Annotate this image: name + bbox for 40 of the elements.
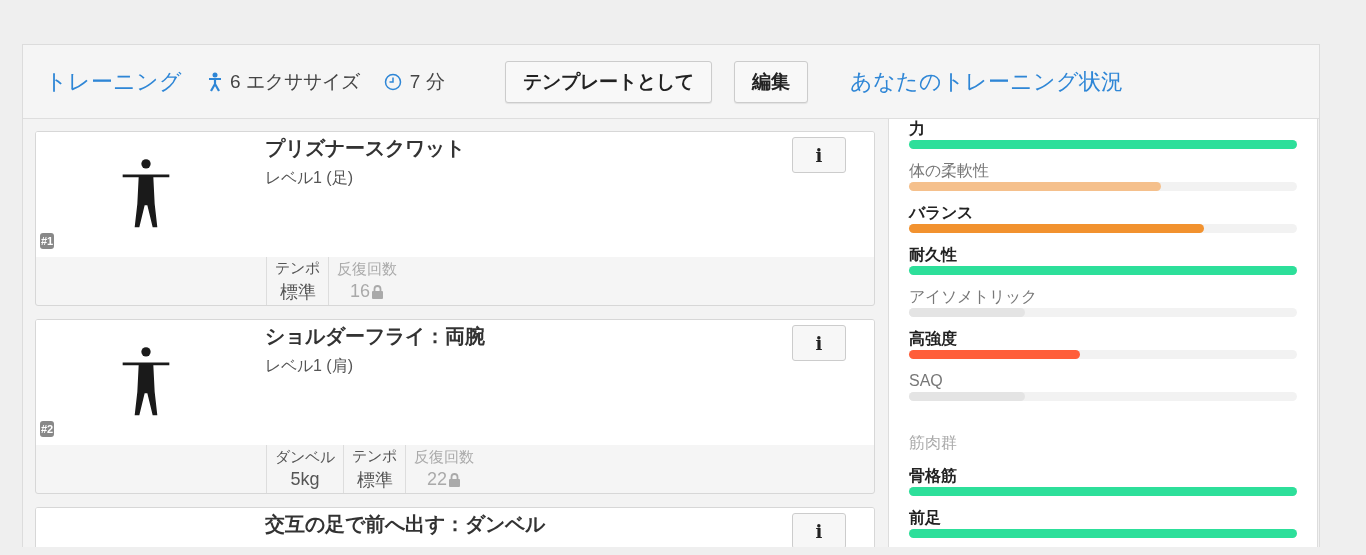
attribute-label: アイソメトリック	[909, 287, 1038, 307]
exercise-name: ショルダーフライ：両腕	[265, 324, 486, 349]
number-badge: #1	[40, 233, 55, 249]
stat-label: テンポ	[352, 446, 397, 466]
person-icon	[208, 71, 222, 92]
training-link[interactable]: トレーニング	[45, 66, 182, 97]
stat-label: 反復回数	[414, 448, 474, 467]
stat-value: 5kg	[290, 469, 320, 490]
attribute-label: 前足	[909, 508, 942, 528]
attribute-label: 体の柔軟性	[909, 161, 990, 181]
stat-value: 標準	[356, 468, 393, 492]
attribute-label: SAQ	[909, 371, 944, 391]
section-heading: 筋肉群	[909, 433, 958, 453]
status-link[interactable]: あなたのトレーニング状況	[849, 66, 1123, 97]
stat-value: 16	[350, 281, 370, 302]
info-button[interactable]: i	[792, 513, 846, 547]
lock-icon	[448, 472, 461, 487]
stat-value: 標準	[279, 280, 316, 304]
edit-button[interactable]: 編集	[733, 60, 808, 103]
template-button[interactable]: テンプレートとして	[504, 60, 712, 103]
exercise-level: レベル1 (肩)	[265, 356, 354, 376]
stat-value: 22	[427, 469, 447, 490]
attribute-label: 高強度	[909, 329, 958, 349]
attribute-label: 力	[909, 119, 926, 139]
stat-label: 反復回数	[337, 260, 397, 279]
clock-icon	[383, 72, 402, 91]
attribute-label: 骨格筋	[909, 466, 958, 486]
exercise-level: レベル1 (足)	[265, 168, 354, 188]
info-button[interactable]: i	[792, 137, 846, 173]
stat-label: テンポ	[275, 258, 320, 278]
exercise-count: 6 エクササイズ	[230, 69, 360, 94]
info-button[interactable]: i	[792, 325, 846, 361]
lock-icon	[371, 284, 384, 299]
duration-text: 7 分	[409, 69, 445, 94]
number-badge: #2	[40, 421, 55, 437]
exercise-name: 交互の足で前へ出す：ダンベル	[265, 512, 547, 537]
exercise-name: プリズナースクワット	[265, 136, 466, 161]
attribute-label: バランス	[909, 203, 974, 223]
stat-label: ダンベル	[275, 448, 335, 467]
attribute-label: 耐久性	[909, 245, 958, 265]
